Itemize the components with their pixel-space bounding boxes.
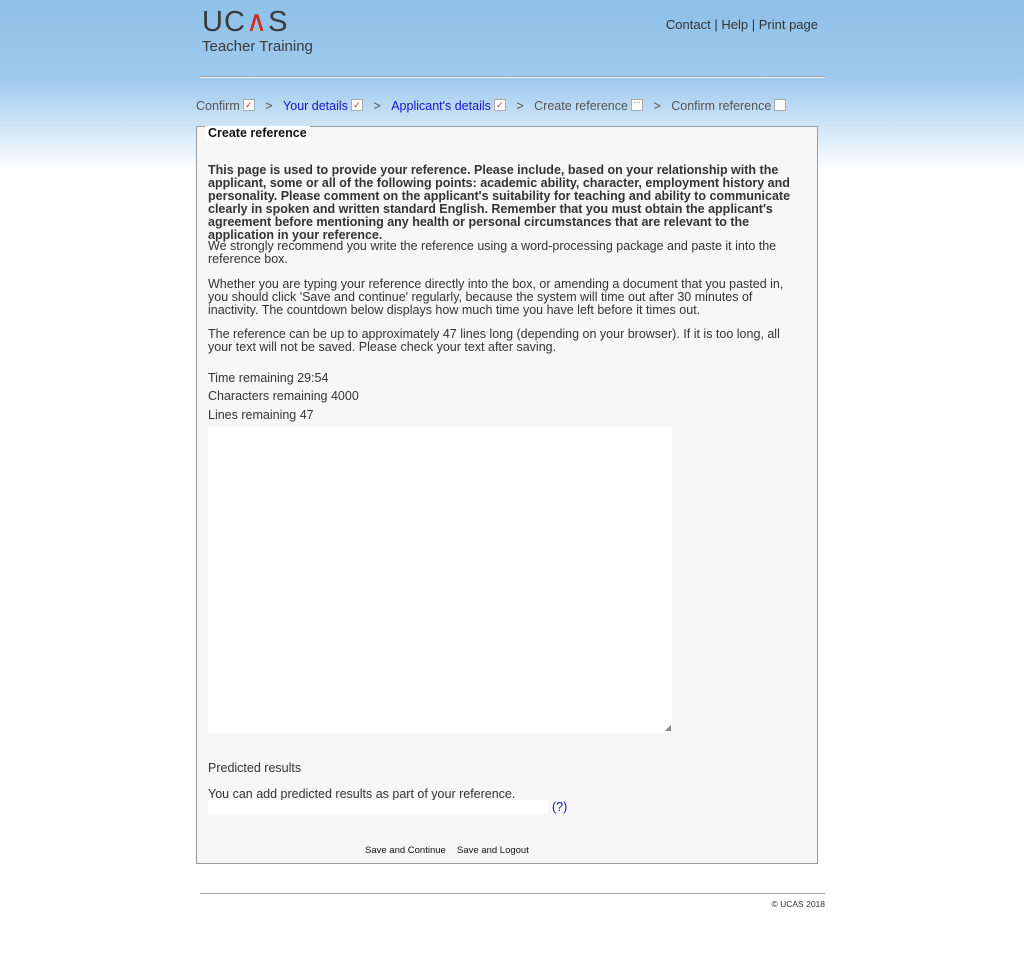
print-page-link[interactable]: Print page: [759, 17, 818, 32]
empty-status-icon: [774, 99, 787, 111]
breadcrumb-separator: >: [373, 99, 381, 113]
timeout-text: Whether you are typing your reference di…: [208, 277, 784, 317]
time-remaining: Time remaining 29:54: [208, 371, 329, 385]
breadcrumb-confirm-reference: Confirm reference: [671, 99, 787, 113]
breadcrumb-confirm: Confirm ✓: [196, 99, 255, 113]
footer-divider: [200, 893, 825, 894]
panel-legend: Create reference: [205, 126, 310, 141]
breadcrumb-label: Applicant's details: [391, 99, 491, 113]
link-separator: |: [714, 17, 718, 32]
save-and-logout-button[interactable]: Save and Logout: [457, 845, 529, 856]
breadcrumb-separator: >: [653, 99, 661, 113]
reference-textarea[interactable]: ◢: [208, 427, 672, 733]
save-and-continue-button[interactable]: Save and Continue: [365, 845, 446, 856]
in-progress-icon: ···: [630, 99, 643, 111]
predicted-results-input[interactable]: [208, 800, 548, 814]
checkmark-icon: ✓: [493, 99, 506, 111]
lines-remaining: Lines remaining 47: [208, 408, 314, 422]
logo-subtitle: Teacher Training: [202, 38, 313, 55]
help-link[interactable]: Help: [721, 17, 748, 32]
checkmark-icon: ✓: [242, 99, 255, 111]
logo-brand: UC∧S: [202, 6, 289, 38]
breadcrumb-label: Create reference: [534, 99, 628, 113]
contact-link[interactable]: Contact: [666, 17, 711, 32]
copyright: © UCAS 2018: [771, 899, 825, 909]
breadcrumb-label: Confirm: [196, 99, 240, 113]
checkmark-icon: ✓: [350, 99, 363, 111]
intro-text: This page is used to provide your refere…: [208, 163, 791, 242]
breadcrumb-label: Confirm reference: [671, 99, 772, 113]
header-divider: [200, 76, 825, 78]
breadcrumb-separator: >: [265, 99, 273, 113]
breadcrumb-applicants-details[interactable]: Applicant's details ✓: [391, 99, 506, 113]
breadcrumb-create-reference: Create reference ···: [534, 99, 643, 113]
predicted-results-title: Predicted results: [208, 761, 302, 775]
breadcrumb: Confirm ✓ > Your details ✓ > Applicant's d…: [196, 99, 787, 113]
top-links: Contact | Help | Print page: [666, 17, 818, 32]
characters-remaining: Characters remaining 4000: [208, 389, 359, 403]
breadcrumb-separator: >: [516, 99, 524, 113]
breadcrumb-label: Your details: [283, 99, 348, 113]
link-separator: |: [751, 17, 756, 32]
ucas-logo[interactable]: UC∧S Teacher Training: [202, 8, 313, 56]
predicted-results-help-link[interactable]: (?): [552, 800, 567, 814]
predicted-results-note: You can add predicted results as part of…: [208, 787, 516, 801]
length-limit-text: The reference can be up to approximately…: [208, 327, 780, 354]
resize-grip-icon[interactable]: ◢: [665, 723, 671, 732]
recommendation-text: We strongly recommend you write the refe…: [208, 239, 777, 266]
breadcrumb-your-details[interactable]: Your details ✓: [283, 99, 363, 113]
